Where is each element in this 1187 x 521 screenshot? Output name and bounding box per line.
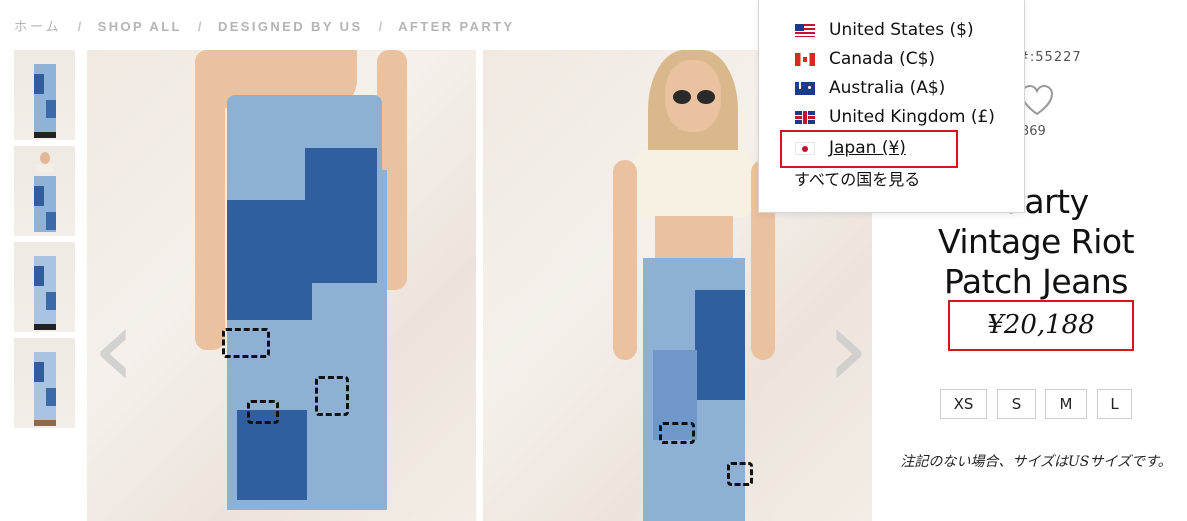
sunglasses [673,90,691,104]
thumbnail-shoes-image [34,420,56,426]
thumbnail-jeans-image [34,176,56,232]
thumbnail-model-top [36,164,54,172]
japan-highlight-box [780,130,958,168]
country-option-canada[interactable]: Canada (C$) [795,46,935,72]
breadcrumb-separator: / [77,19,84,34]
model-midriff [655,216,733,262]
next-image-arrow-icon[interactable]: › [826,283,870,413]
country-option-australia[interactable]: Australia (A$) [795,75,945,101]
stitched-patch [727,462,753,486]
stitched-patch [659,422,695,444]
canada-flag-icon [795,52,815,66]
size-option-l[interactable]: L [1097,389,1132,419]
thumbnail-jeans-image [34,64,56,132]
breadcrumb: ホーム / SHOP ALL / DESIGNED BY US / AFTER … [14,16,517,36]
product-thumbnail-4[interactable] [14,338,75,428]
thumbnail-jeans-image [34,256,56,324]
size-option-s[interactable]: S [997,389,1036,419]
product-thumbnail-3[interactable] [14,242,75,332]
thumbnail-shoes-image [34,132,56,138]
thumbnail-jeans-image [34,352,56,420]
heart-icon[interactable] [1020,84,1054,118]
country-option-label: Canada (C$) [829,49,936,69]
size-option-xs[interactable]: XS [940,389,987,419]
view-all-countries-link[interactable]: すべての国を見る [794,166,920,190]
thumbnail-model-head [40,152,50,164]
country-option-uk[interactable]: United Kingdom (£) [795,104,995,130]
breadcrumb-separator: / [197,19,204,34]
breadcrumb-separator: / [378,19,385,34]
product-sku: #:55227 [1018,50,1082,65]
breadcrumb-designed-by-us[interactable]: DESIGNED BY US [218,19,363,34]
stitched-patch [315,376,349,416]
product-price: ¥20,188 [987,310,1095,340]
model-left-arm [195,50,225,350]
sunglasses [697,90,715,104]
country-option-label: United Kingdom (£) [829,107,995,127]
jeans-dark-patch [227,200,312,320]
size-note: 注記のない場合、サイズはUSサイズです。 [900,454,1172,470]
stitched-patch [247,400,279,424]
previous-image-arrow-icon[interactable]: ‹ [92,283,136,413]
thumbnail-shoes-image [34,324,56,330]
uk-flag-icon [795,110,815,124]
model-crop-top [633,150,753,218]
jeans-dark-patch [695,290,745,400]
product-title-line: Patch Jeans [944,262,1129,301]
product-thumbnail-1[interactable] [14,50,75,140]
model-left-arm [613,160,637,360]
product-title-line: Vintage Riot [937,222,1135,261]
breadcrumb-home[interactable]: ホーム [14,19,62,34]
breadcrumb-shop-all[interactable]: SHOP ALL [98,19,182,34]
product-image-front[interactable] [87,50,476,521]
country-option-us[interactable]: United States ($) [795,17,974,43]
country-option-label: United States ($) [829,20,974,40]
breadcrumb-after-party[interactable]: AFTER PARTY [398,19,514,34]
country-option-label: Australia (A$) [829,78,946,98]
australia-flag-icon [795,81,815,95]
size-option-m[interactable]: M [1045,389,1087,419]
jeans-dark-patch [305,148,377,283]
product-thumbnail-2[interactable] [14,146,75,236]
stitched-patch [222,328,270,358]
us-flag-icon [795,23,815,37]
